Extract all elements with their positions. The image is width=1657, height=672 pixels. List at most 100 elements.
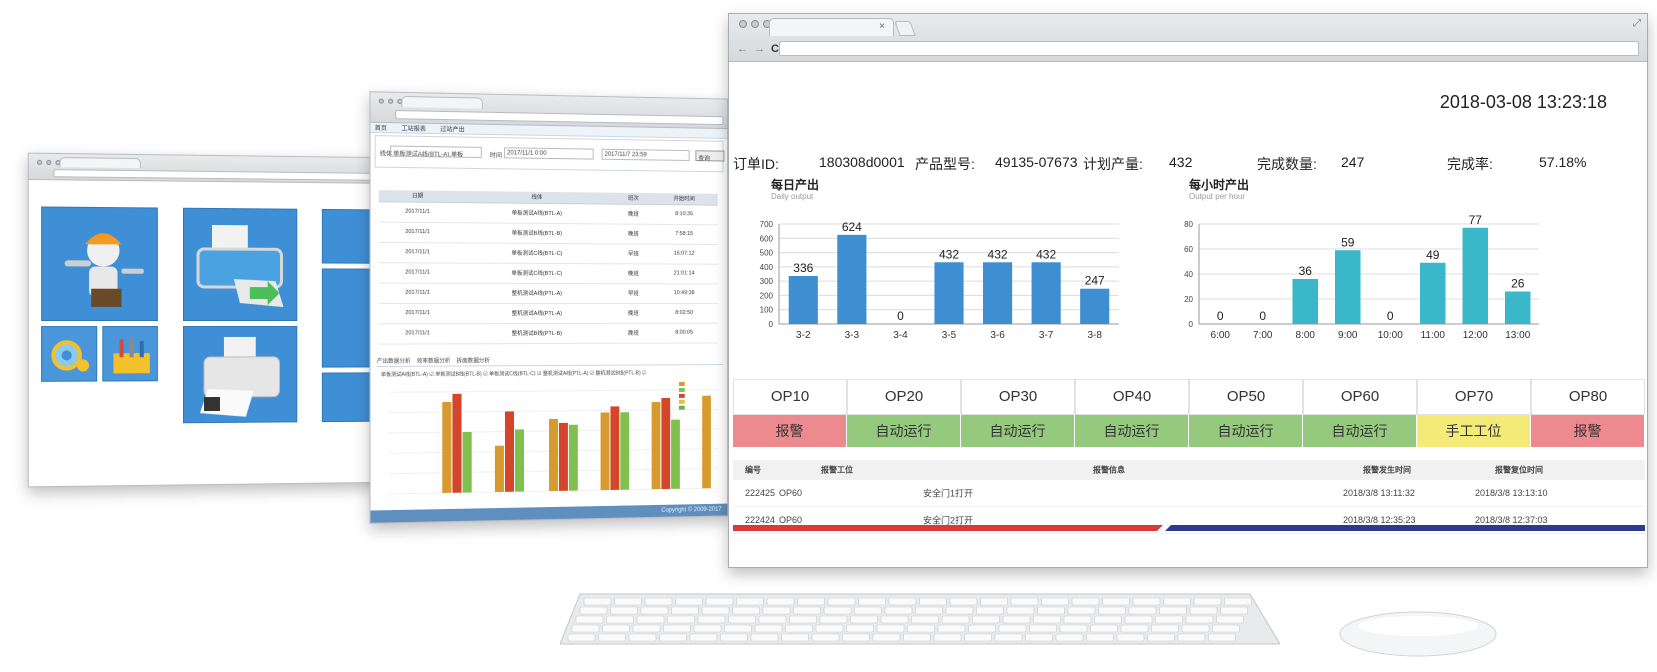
station-name-op10[interactable]: OP10 [733,379,847,415]
table-cell: 2017/11/1 [378,262,457,283]
station-status-op80[interactable]: 报警 [1531,415,1645,447]
chart-bar[interactable] [1505,291,1531,325]
table-cell: 晚班 [616,223,651,244]
close-dot[interactable] [739,20,747,28]
station-status-op70[interactable]: 手工工位 [1417,415,1531,447]
minimize-dot[interactable] [751,20,759,28]
tile-printer[interactable] [182,207,298,322]
keyboard-key [815,624,844,633]
model-value: 49135-07673 [995,154,1078,170]
browser-tab[interactable] [401,95,483,109]
station-status-op40[interactable]: 自动运行 [1075,415,1189,447]
forward-icon[interactable]: → [754,43,765,55]
address-bar[interactable] [395,110,724,126]
station-name-op30[interactable]: OP30 [961,379,1075,415]
minimize-dot[interactable] [388,98,394,104]
y-tick-label: 40 [1184,270,1193,279]
time-to-input[interactable]: 2017/11/7 23:59 [601,148,690,161]
tile-partial-1[interactable] [321,208,371,264]
col-shift[interactable]: 班次 [616,192,651,204]
keyboard-key [1098,606,1126,615]
keyboard-key [610,606,638,615]
menu-station-report[interactable]: 工站报表 [401,123,426,132]
address-bar[interactable] [53,169,383,181]
station-name-op20[interactable]: OP20 [847,379,961,415]
tab-efficiency-analysis[interactable]: 效率数据分析 [417,356,451,365]
new-tab-button[interactable] [894,21,916,36]
keyboard-key [937,624,966,633]
browser-tab[interactable]: × [769,18,894,36]
table-row[interactable]: 2017/11/1 整机测试B线(PTL-B) 晚班 8:00:05 [378,322,718,344]
station-name-op40[interactable]: OP40 [1075,379,1189,415]
station-name-op70[interactable]: OP70 [1417,379,1531,415]
close-dot[interactable] [378,98,384,104]
station-status-op50[interactable]: 自动运行 [1189,415,1303,447]
station-status-op10[interactable]: 报警 [733,415,847,447]
fullscreen-icon[interactable]: ⤢ [1633,18,1641,29]
close-dot[interactable] [37,159,43,165]
tile-label-printer[interactable] [182,325,298,424]
line-filter-legend[interactable]: 单板测试A线(BTL-A) ☑ 单板测试B线(BTL-B) ☑ 单板测试C线(B… [381,369,724,378]
chart-bar[interactable] [1420,262,1446,324]
station-name-op50[interactable]: OP50 [1189,379,1303,415]
col-date[interactable]: 日期 [378,190,457,203]
chart-bar[interactable] [983,262,1013,324]
table-row[interactable]: 2017/11/1 单板测试C线(BTL-C) 晚班 21:01:14 [378,262,718,284]
table-row[interactable]: 2017/11/1 单板测试A线(BTL-A) 晚班 8:10:35 [378,201,718,225]
chart-bar[interactable] [934,262,964,324]
table-row[interactable]: 2017/11/1 单板测试C线(BTL-C) 早班 15:07:12 [378,241,718,264]
chart-bar[interactable] [1080,288,1110,324]
tile-partial-3[interactable] [321,372,371,423]
station-name-op80[interactable]: OP80 [1531,379,1645,415]
station-status-op60[interactable]: 自动运行 [1303,415,1417,447]
tab-teardown-analysis[interactable]: 拆面数据分析 [457,356,490,365]
table-row[interactable]: 2017/11/1 整机测试A线(PTL-A) 晚班 8:02:50 [378,302,718,324]
x-tick-label: 10:00 [1378,330,1403,341]
keyboard-key [598,633,626,642]
table-cell: 晚班 [616,322,651,343]
line-select[interactable]: 单板测试A线(BTL-A),单板 [390,145,482,158]
time-from-input[interactable]: 2017/11/1 0:00 [503,147,594,160]
menu-home[interactable]: 首页 [375,123,387,132]
keyboard-key [1185,615,1214,624]
keyboard-key [1120,624,1149,633]
chart-bar[interactable] [837,234,867,324]
table-row[interactable]: 2017/11/1 整机测试A线(PTL-A) 早班 10:49:38 [378,282,718,304]
menu-pass-output[interactable]: 过站产出 [440,124,464,133]
keyboard-key [888,597,917,606]
tile-engineer[interactable] [41,206,158,322]
tile-settings[interactable] [41,326,98,382]
table-cell: 2017/11/1 [378,282,457,303]
table-row[interactable]: 2017/11/1 单板测试B线(BTL-B) 晚班 7:58:15 [378,221,718,245]
chart-bar[interactable] [1335,250,1361,324]
reload-icon[interactable]: C [771,43,779,55]
station-status-op30[interactable]: 自动运行 [961,415,1075,447]
alarm-row[interactable]: 222425 OP60 安全门1打开 2018/3/8 13:11:32 2018/3/… [733,480,1645,507]
tile-partial-2[interactable] [321,268,371,368]
chart-bar[interactable] [1031,262,1061,324]
search-button[interactable]: 查询 [695,150,725,162]
keyboard-image [560,593,1280,645]
station-name-op60[interactable]: OP60 [1303,379,1417,415]
bar-value-label: 336 [793,261,813,275]
chart-bar[interactable] [1462,227,1489,324]
model-label: 产品型号: [915,156,975,172]
address-bar[interactable] [779,41,1639,56]
keyboard-key [785,624,813,633]
station-status-op20[interactable]: 自动运行 [847,415,961,447]
tab-close-icon[interactable]: × [879,21,885,32]
browser-tab[interactable] [59,157,141,169]
table-cell: 整机测试A线(PTL-A) [456,302,617,324]
chart-bar[interactable] [1292,279,1319,324]
bar-value-label: 247 [1085,274,1105,288]
keyboard-key [964,633,992,642]
alarm-reset: 2018/3/8 12:37:03 [1475,515,1548,525]
col-start[interactable]: 开始时间 [650,193,718,205]
chart-bar[interactable] [788,276,818,324]
tile-tools[interactable] [102,326,158,382]
keyboard-key [659,633,687,642]
back-icon[interactable]: ← [737,43,748,55]
tab-output-analysis[interactable]: 产出数据分析 [377,357,411,366]
window-titlebar [28,153,396,184]
minimize-dot[interactable] [46,159,52,166]
